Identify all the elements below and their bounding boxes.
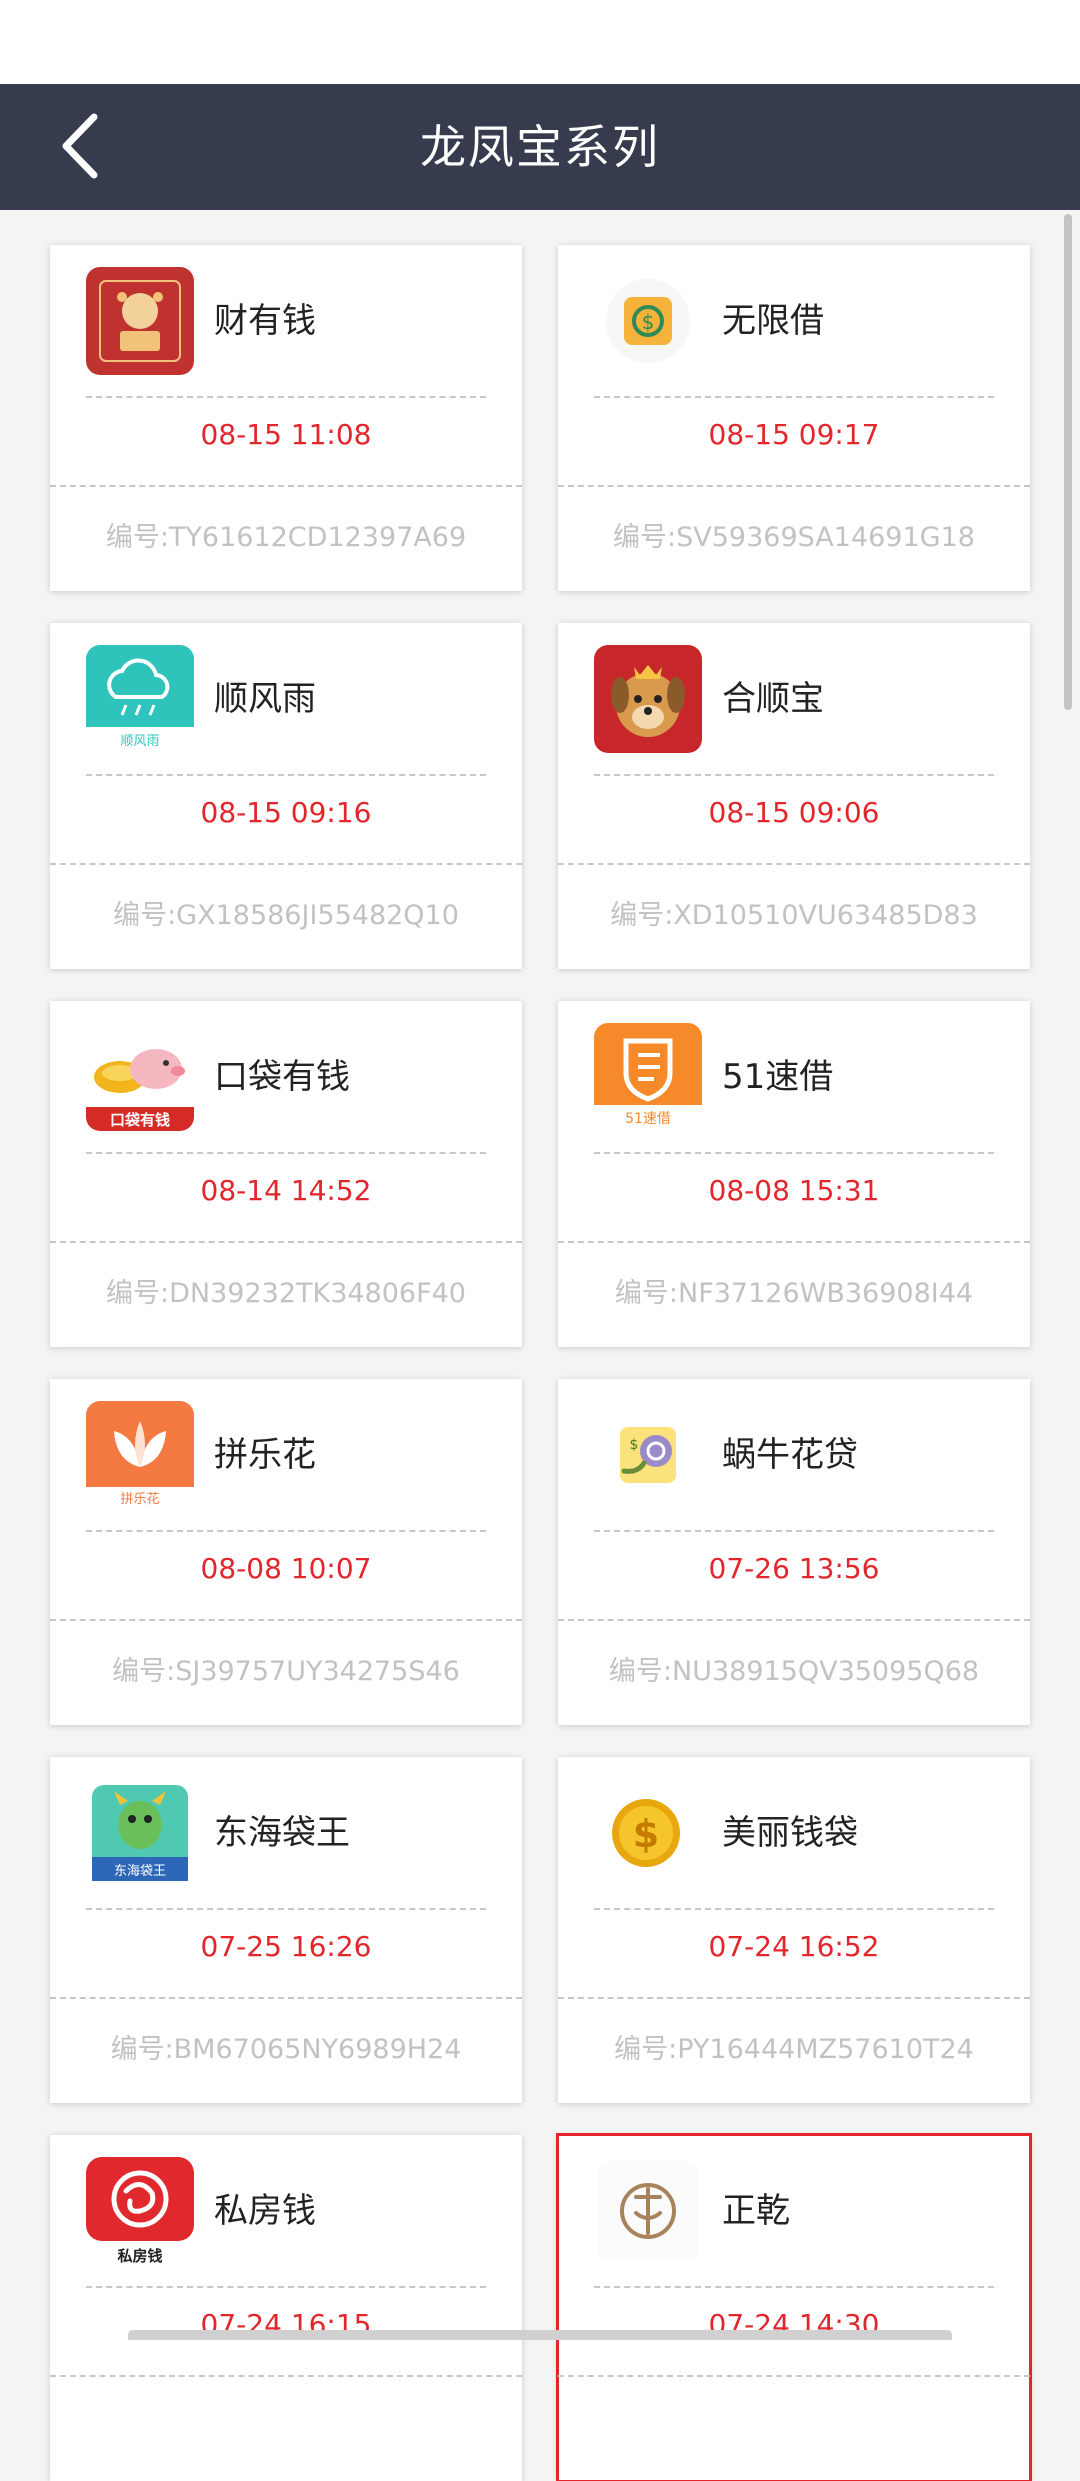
app-code: 编号:SV59369SA14691G18 [613,522,975,553]
divider [558,485,1030,487]
petal-flower-icon: 拼乐花 [86,1401,194,1509]
divider [558,1997,1030,1999]
app-date: 07-24 16:52 [708,1930,880,1963]
app-card[interactable]: $ 蜗牛花贷 07-26 13:56 编号:NU38915QV35095Q68 [558,1379,1030,1725]
app-name: 51速借 [722,1057,834,1097]
page-title: 龙凤宝系列 [420,120,660,174]
bronze-seal-icon [594,2157,702,2265]
divider [86,2286,486,2288]
app-date: 07-26 13:56 [708,1552,880,1585]
back-button[interactable] [40,106,120,186]
app-code: 编号:SJ39757UY34275S46 [112,1656,460,1687]
divider [86,1152,486,1154]
app-code: 编号:NU38915QV35095Q68 [608,1656,980,1687]
divider [86,1908,486,1910]
app-code: 编号:DN39232TK34806F40 [106,1278,466,1309]
rain-cloud-icon: 顺风雨 [86,645,194,753]
svg-text:$: $ [630,1437,639,1453]
app-name: 合顺宝 [722,679,824,719]
divider [50,1619,522,1621]
money-exchange-icon: $ [594,267,702,375]
app-date: 08-15 09:17 [708,418,880,451]
app-card[interactable]: 拼乐花 拼乐花 08-08 10:07 编号:SJ39757UY34275S46 [50,1379,522,1725]
dragon-icon: 东海袋王 [86,1779,194,1887]
app-date: 08-15 11:08 [200,418,372,451]
svg-text:口袋有钱: 口袋有钱 [110,1111,170,1129]
svg-text:51速借: 51速借 [625,1111,671,1127]
app-card[interactable]: 顺风雨 顺风雨 08-15 09:16 编号:GX18586JI55482Q10 [50,623,522,969]
app-code: 编号:PY16444MZ57610T24 [614,2034,974,2065]
app-code: 编号:BM67065NY6989H24 [110,2034,462,2065]
divider [558,863,1030,865]
status-bar [0,0,1080,84]
svg-text:私房钱: 私房钱 [116,2247,162,2265]
app-name: 美丽钱袋 [722,1813,858,1853]
app-card[interactable]: 东海袋王 东海袋王 07-25 16:26 编号:BM67065NY6989H2… [50,1757,522,2103]
app-name: 蜗牛花贷 [722,1435,858,1475]
app-grid: 财有钱 08-15 11:08 编号:TY61612CD12397A69 $ 无… [50,245,1032,2481]
app-date: 08-08 10:07 [200,1552,372,1585]
app-code: 编号:GX18586JI55482Q10 [113,900,459,931]
svg-text:$: $ [633,1812,659,1856]
divider [50,2375,522,2377]
app-date: 07-25 16:26 [200,1930,372,1963]
divider [86,1530,486,1532]
app-name: 正乾 [722,2191,790,2231]
app-name: 东海袋王 [214,1813,350,1853]
divider [558,1619,1030,1621]
app-code: 编号:XD10510VU63485D83 [610,900,978,931]
bottom-gesture-bar [128,2330,952,2340]
app-card[interactable]: $ 美丽钱袋 07-24 16:52 编号:PY16444MZ57610T24 [558,1757,1030,2103]
svg-text:拼乐花: 拼乐花 [120,1491,159,1507]
app-card[interactable]: $ 无限借 08-15 09:17 编号:SV59369SA14691G18 [558,245,1030,591]
divider [594,396,994,398]
gold-coin-icon: $ [594,1779,702,1887]
app-card[interactable]: 合顺宝 08-15 09:06 编号:XD10510VU63485D83 [558,623,1030,969]
divider [594,1908,994,1910]
app-card[interactable]: 51速借 51速借 08-08 15:31 编号:NF37126WB36908I… [558,1001,1030,1347]
divider [86,774,486,776]
red-swirl-icon: 私房钱 [86,2157,194,2265]
back-arrow-icon [62,113,98,179]
app-date: 08-15 09:06 [708,796,880,829]
svg-text:东海袋王: 东海袋王 [114,1864,166,1879]
divider [594,1152,994,1154]
app-card[interactable]: 口袋有钱 口袋有钱 08-14 14:52 编号:DN39232TK34806F… [50,1001,522,1347]
divider [50,863,522,865]
snail-coin-icon: $ [594,1401,702,1509]
divider [86,396,486,398]
divider [50,485,522,487]
app-name: 无限借 [722,301,824,341]
app-name: 拼乐花 [214,1435,316,1475]
red-envelope-icon [86,267,194,375]
header-bar: 龙凤宝系列 [0,84,1080,210]
app-name: 顺风雨 [214,679,316,719]
app-name: 私房钱 [214,2191,316,2231]
app-date: 08-15 09:16 [200,796,372,829]
app-name: 口袋有钱 [214,1057,350,1097]
divider [594,2286,994,2288]
divider [594,1530,994,1532]
app-card-selected[interactable]: 正乾 07-24 14:30 [556,2133,1032,2481]
app-code: 编号:TY61612CD12397A69 [105,522,467,553]
shield-credit-icon: 51速借 [594,1023,702,1131]
app-date: 08-08 15:31 [708,1174,880,1207]
app-card[interactable]: 私房钱 私房钱 07-24 16:15 [50,2135,522,2481]
app-card[interactable]: 财有钱 08-15 11:08 编号:TY61612CD12397A69 [50,245,522,591]
app-code: 编号:NF37126WB36908I44 [614,1278,974,1309]
divider [50,1997,522,1999]
divider [50,1241,522,1243]
piggy-gold-icon: 口袋有钱 [86,1023,194,1131]
divider [558,2375,1030,2377]
divider [558,1241,1030,1243]
app-name: 财有钱 [214,301,316,341]
svg-text:$: $ [642,310,655,334]
svg-text:顺风雨: 顺风雨 [120,734,159,749]
scrollbar-thumb[interactable] [1064,214,1072,710]
divider [594,774,994,776]
dog-mascot-icon [594,645,702,753]
app-date: 08-14 14:52 [200,1174,372,1207]
